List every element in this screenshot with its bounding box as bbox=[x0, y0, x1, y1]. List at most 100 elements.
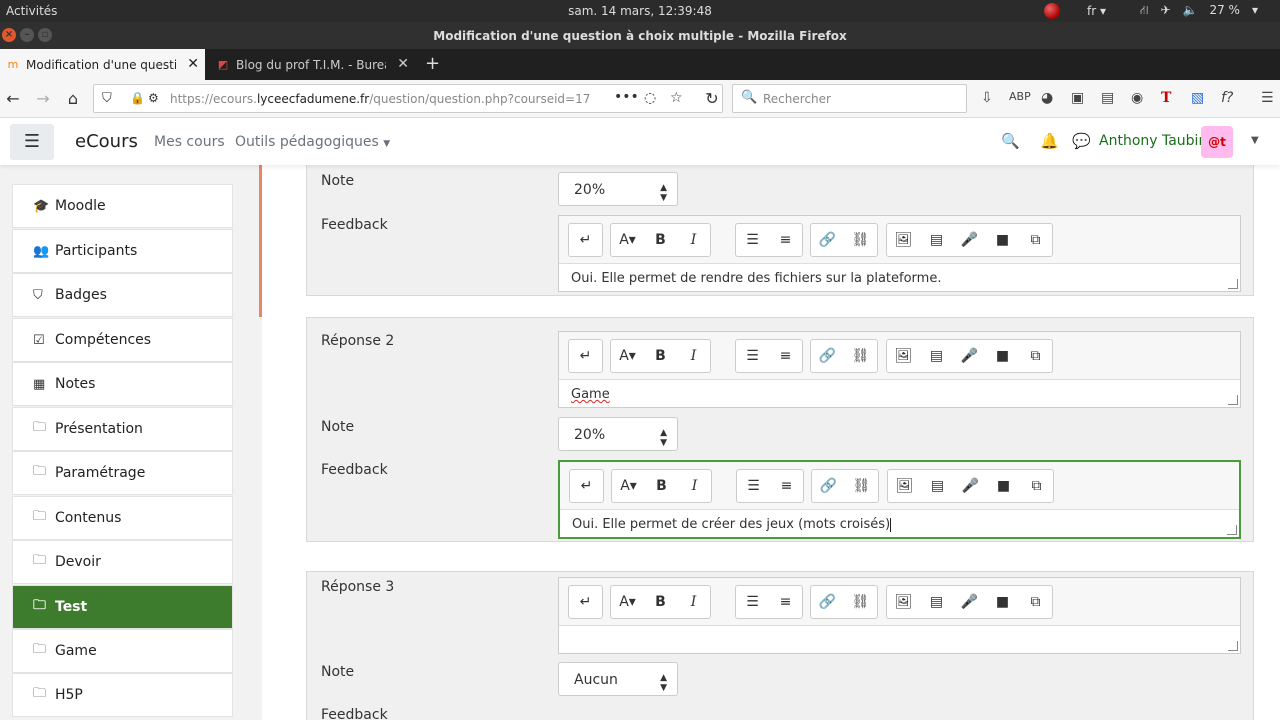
manage-files-icon[interactable]: ⧉ bbox=[1020, 470, 1053, 502]
numbered-list-icon[interactable]: ≡ bbox=[769, 586, 802, 618]
adblock-icon[interactable]: ABP bbox=[1009, 90, 1031, 103]
italic-icon[interactable]: I bbox=[677, 224, 710, 256]
manage-files-icon[interactable]: ⧉ bbox=[1019, 224, 1052, 256]
tab-modification[interactable]: m Modification d'une question ✕ bbox=[0, 49, 205, 80]
feedback-editor[interactable]: ↵ A▾ B I ☰ ≡ 🔗 ⛓ 🖼 ▤ 🎤 ■ ⧉ Oui. Elle permet de créer… bbox=[558, 460, 1241, 539]
drawer-item-competences[interactable]: ☑ Compétences bbox=[12, 318, 233, 362]
message-icon[interactable]: 💬 bbox=[1072, 132, 1091, 150]
unlink-icon[interactable]: ⛓ bbox=[845, 470, 878, 502]
user-name[interactable]: Anthony Taubin bbox=[1099, 133, 1207, 149]
italic-icon[interactable]: I bbox=[677, 340, 710, 372]
italic-icon[interactable]: I bbox=[677, 586, 710, 618]
drawer-item-contenus[interactable]: 🗀 Contenus bbox=[12, 496, 233, 540]
drawer-toggle-button[interactable]: ☰ bbox=[10, 124, 54, 160]
bold-icon[interactable]: B bbox=[645, 470, 678, 502]
screenshot-icon[interactable]: ▣ bbox=[1071, 90, 1084, 106]
drawer-item-participants[interactable]: 👥 Participants bbox=[12, 229, 233, 273]
system-tray[interactable]: ⛙ ✈ 🔈 27 % ▾ bbox=[1140, 3, 1258, 19]
bullet-list-icon[interactable]: ☰ bbox=[736, 224, 769, 256]
forward-icon[interactable]: → bbox=[33, 89, 53, 108]
unlink-icon[interactable]: ⛓ bbox=[844, 586, 877, 618]
record-video-icon[interactable]: ■ bbox=[986, 340, 1019, 372]
sync-icon[interactable]: ▧ bbox=[1191, 90, 1204, 106]
numbered-list-icon[interactable]: ≡ bbox=[769, 224, 802, 256]
drawer-item-moodle[interactable]: 🎓 Moodle bbox=[12, 184, 233, 228]
drawer-item-parametrage[interactable]: 🗀 Paramétrage bbox=[12, 451, 233, 495]
translate-icon[interactable]: T bbox=[1161, 90, 1171, 106]
bullet-list-icon[interactable]: ☰ bbox=[736, 340, 769, 372]
record-audio-icon[interactable]: 🎤 bbox=[953, 224, 986, 256]
record-video-icon[interactable]: ■ bbox=[987, 470, 1020, 502]
caret-down-icon[interactable]: ▼ bbox=[1251, 135, 1259, 146]
record-video-icon[interactable]: ■ bbox=[986, 224, 1019, 256]
new-tab-icon[interactable]: + bbox=[425, 53, 440, 74]
note-select[interactable]: 20% ▲ ▼ bbox=[558, 417, 678, 451]
bold-icon[interactable]: B bbox=[644, 224, 677, 256]
image-icon[interactable]: 🖼 bbox=[887, 586, 920, 618]
answer-editor[interactable]: ↵ A▾ B I ☰ ≡ 🔗 ⛓ 🖼 ▤ 🎤 ■ ⧉ bbox=[558, 577, 1241, 654]
drawer-item-devoir[interactable]: 🗀 Devoir bbox=[12, 540, 233, 584]
resize-handle[interactable] bbox=[1227, 525, 1237, 535]
record-audio-icon[interactable]: 🎤 bbox=[953, 340, 986, 372]
unlink-icon[interactable]: ⛓ bbox=[844, 340, 877, 372]
undo-icon[interactable]: ↵ bbox=[569, 340, 602, 372]
note-select[interactable]: 20% ▲ ▼ bbox=[558, 172, 678, 206]
unlink-icon[interactable]: ⛓ bbox=[844, 224, 877, 256]
drawer-item-presentation[interactable]: 🗀 Présentation bbox=[12, 407, 233, 451]
my-courses-link[interactable]: Mes cours bbox=[154, 134, 225, 150]
feedback-editor[interactable]: ↵ A▾ B I ☰ ≡ 🔗 ⛓ 🖼 ▤ 🎤 ■ ⧉ Oui. Elle permet de rendr… bbox=[558, 215, 1241, 292]
close-tab-icon[interactable]: ✕ bbox=[397, 56, 409, 72]
italic-icon[interactable]: I bbox=[678, 470, 711, 502]
record-audio-icon[interactable]: 🎤 bbox=[953, 586, 986, 618]
bullet-list-icon[interactable]: ☰ bbox=[736, 586, 769, 618]
link-icon[interactable]: 🔗 bbox=[811, 224, 844, 256]
resize-handle[interactable] bbox=[1228, 279, 1238, 289]
manage-files-icon[interactable]: ⧉ bbox=[1019, 340, 1052, 372]
font-color-icon[interactable]: A▾ bbox=[611, 224, 644, 256]
image-icon[interactable]: 🖼 bbox=[888, 470, 921, 502]
vpn-icon[interactable]: ◉ bbox=[1131, 90, 1143, 106]
bell-icon[interactable]: 🔔 bbox=[1040, 132, 1059, 150]
close-tab-icon[interactable]: ✕ bbox=[187, 56, 199, 72]
pocket-icon[interactable]: ◌ bbox=[644, 90, 656, 106]
link-icon[interactable]: 🔗 bbox=[811, 586, 844, 618]
resize-handle[interactable] bbox=[1228, 395, 1238, 405]
record-indicator-icon[interactable] bbox=[1044, 3, 1060, 19]
tab-blog[interactable]: ◩ Blog du prof T.I.M. - Bureau ✕ bbox=[210, 49, 415, 80]
more-actions-icon[interactable]: ••• bbox=[614, 89, 639, 105]
image-icon[interactable]: 🖼 bbox=[887, 340, 920, 372]
resize-handle[interactable] bbox=[1228, 641, 1238, 651]
extension-icon[interactable]: ◕ bbox=[1041, 90, 1053, 106]
bullet-list-icon[interactable]: ☰ bbox=[737, 470, 770, 502]
feedback-text[interactable]: Oui. Elle permet de rendre des fichiers … bbox=[559, 264, 1240, 291]
link-icon[interactable]: 🔗 bbox=[812, 470, 845, 502]
note-select[interactable]: Aucun ▲ ▼ bbox=[558, 662, 678, 696]
answer-text[interactable] bbox=[559, 626, 1240, 653]
font-color-icon[interactable]: A▾ bbox=[611, 340, 644, 372]
drawer-item-test[interactable]: 🗀 Test bbox=[12, 585, 233, 629]
feedback-text[interactable]: Oui. Elle permet de créer des jeux (mots… bbox=[560, 510, 1239, 537]
record-video-icon[interactable]: ■ bbox=[986, 586, 1019, 618]
tools-menu[interactable]: Outils pédagogiques ▼ bbox=[235, 134, 390, 150]
extension-badge-icon[interactable]: ▤ bbox=[1101, 90, 1114, 106]
drawer-item-h5p[interactable]: 🗀 H5P bbox=[12, 673, 233, 717]
drawer-item-game[interactable]: 🗀 Game bbox=[12, 629, 233, 673]
undo-icon[interactable]: ↵ bbox=[569, 224, 602, 256]
manage-files-icon[interactable]: ⧉ bbox=[1019, 586, 1052, 618]
answer-editor[interactable]: ↵ A▾ B I ☰ ≡ 🔗 ⛓ 🖼 ▤ 🎤 ■ ⧉ Game bbox=[558, 331, 1241, 408]
font-color-icon[interactable]: A▾ bbox=[611, 586, 644, 618]
menu-icon[interactable]: ☰ bbox=[1261, 90, 1274, 106]
record-audio-icon[interactable]: 🎤 bbox=[954, 470, 987, 502]
undo-icon[interactable]: ↵ bbox=[569, 586, 602, 618]
drawer-item-badges[interactable]: ⛉ Badges bbox=[12, 273, 233, 317]
home-icon[interactable]: ⌂ bbox=[63, 89, 83, 108]
drawer-item-notes[interactable]: ▦ Notes bbox=[12, 362, 233, 406]
search-icon[interactable]: 🔍 bbox=[1001, 132, 1020, 150]
answer-text[interactable]: Game bbox=[559, 380, 1240, 407]
drawer-scrollbar[interactable] bbox=[259, 165, 262, 317]
media-icon[interactable]: ▤ bbox=[921, 470, 954, 502]
undo-icon[interactable]: ↵ bbox=[570, 470, 603, 502]
bookmark-star-icon[interactable]: ☆ bbox=[670, 90, 683, 106]
formula-icon[interactable]: f? bbox=[1221, 90, 1233, 106]
font-color-icon[interactable]: A▾ bbox=[612, 470, 645, 502]
